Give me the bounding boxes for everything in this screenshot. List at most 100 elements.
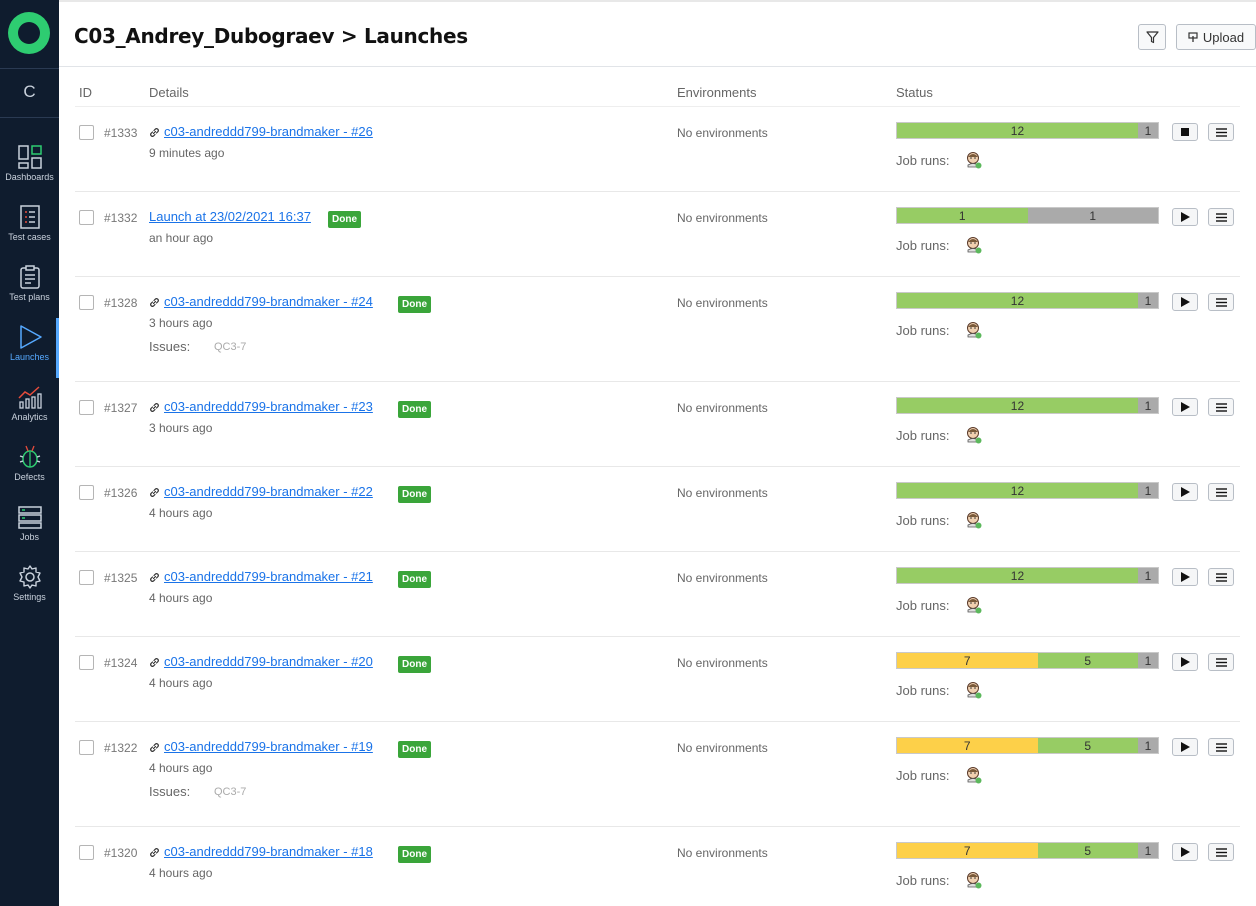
status-bar[interactable]: 751: [896, 737, 1159, 754]
menu-button[interactable]: [1208, 208, 1234, 226]
status-bar[interactable]: 12 1: [896, 567, 1159, 584]
status-segment: 12: [897, 398, 1138, 413]
jenkins-icon[interactable]: [966, 766, 982, 784]
stop-button[interactable]: [1172, 123, 1198, 141]
sidebar-item-dashboards[interactable]: Dashboards: [0, 138, 59, 198]
row-checkbox[interactable]: [79, 125, 94, 140]
menu-button[interactable]: [1208, 568, 1234, 586]
launch-name-link[interactable]: Launch at 23/02/2021 16:37: [149, 209, 311, 224]
sidebar-item-label: Defects: [14, 472, 45, 482]
sidebar-item-label: Jobs: [19, 532, 39, 542]
jenkins-icon[interactable]: [966, 596, 982, 614]
launch-name-link[interactable]: c03-andreddd799-brandmaker - #23: [164, 399, 373, 414]
issue-link[interactable]: QC3-7: [214, 341, 246, 353]
project-switcher[interactable]: C: [0, 82, 59, 102]
upload-button[interactable]: Upload: [1176, 24, 1256, 50]
status-badge: Done: [398, 296, 431, 313]
page-header: C03_Andrey_Dubograev > Launches Upload: [59, 0, 1256, 67]
run-button[interactable]: [1172, 398, 1198, 416]
launch-name-link[interactable]: c03-andreddd799-brandmaker - #19: [164, 739, 373, 754]
table-row: #1322 c03-andreddd799-brandmaker - #19 Don…: [75, 722, 1240, 827]
row-checkbox[interactable]: [79, 655, 94, 670]
launch-name-link[interactable]: c03-andreddd799-brandmaker - #21: [164, 569, 373, 584]
sidebar-item-test-plans[interactable]: Test plans: [0, 258, 59, 318]
status-badge: Done: [398, 656, 431, 673]
sidebar-item-launches[interactable]: Launches: [0, 318, 59, 378]
status-badge: Done: [398, 486, 431, 503]
link-icon: [150, 128, 159, 137]
dashboards-icon: [17, 145, 42, 169]
menu-button[interactable]: [1208, 123, 1234, 141]
row-checkbox[interactable]: [79, 485, 94, 500]
job-runs-label: Job runs:: [896, 513, 950, 528]
status-segment: 1: [1137, 738, 1158, 753]
filter-button[interactable]: [1138, 24, 1166, 50]
job-runs-label: Job runs:: [896, 873, 950, 888]
row-checkbox[interactable]: [79, 400, 94, 415]
status-bar[interactable]: 12 1: [896, 292, 1159, 309]
sidebar-item-settings[interactable]: Settings: [0, 558, 59, 618]
launch-name-link[interactable]: c03-andreddd799-brandmaker - #22: [164, 484, 373, 499]
run-button[interactable]: [1172, 293, 1198, 311]
sidebar-item-jobs[interactable]: Jobs: [0, 498, 59, 558]
row-checkbox[interactable]: [79, 740, 94, 755]
environments-value: No environments: [677, 211, 768, 225]
jenkins-icon[interactable]: [966, 321, 982, 339]
table-row: #1325 c03-andreddd799-brandmaker - #21 Don…: [75, 552, 1240, 637]
status-bar[interactable]: 12 1: [896, 122, 1159, 139]
gear-icon: [18, 565, 41, 589]
jenkins-icon[interactable]: [966, 236, 982, 254]
sidebar-item-defects[interactable]: Defects: [0, 438, 59, 498]
sidebar-item-analytics[interactable]: Analytics: [0, 378, 59, 438]
sidebar-item-test-cases[interactable]: Test cases: [0, 198, 59, 258]
play-icon: [1180, 402, 1190, 412]
launch-name-link[interactable]: c03-andreddd799-brandmaker - #20: [164, 654, 373, 669]
jenkins-icon[interactable]: [966, 426, 982, 444]
run-button[interactable]: [1172, 738, 1198, 756]
link-icon: [150, 573, 159, 582]
issue-link[interactable]: QC3-7: [214, 786, 246, 798]
row-checkbox[interactable]: [79, 295, 94, 310]
status-bar[interactable]: 12 1: [896, 482, 1159, 499]
menu-button[interactable]: [1208, 653, 1234, 671]
jenkins-icon[interactable]: [966, 681, 982, 699]
run-button[interactable]: [1172, 483, 1198, 501]
column-header-id[interactable]: ID: [79, 85, 92, 100]
row-checkbox[interactable]: [79, 845, 94, 860]
column-header-environments[interactable]: Environments: [677, 85, 756, 100]
jenkins-icon[interactable]: [966, 151, 982, 169]
launch-name-link[interactable]: c03-andreddd799-brandmaker - #24: [164, 294, 373, 309]
menu-button[interactable]: [1208, 738, 1234, 756]
status-badge: Done: [398, 571, 431, 588]
run-button[interactable]: [1172, 568, 1198, 586]
row-checkbox[interactable]: [79, 210, 94, 225]
jenkins-icon[interactable]: [966, 871, 982, 889]
environments-value: No environments: [677, 401, 768, 415]
sidebar-item-label: Test cases: [8, 232, 51, 242]
status-bar[interactable]: 12 1: [896, 397, 1159, 414]
jenkins-icon[interactable]: [966, 511, 982, 529]
sidebar-divider: [0, 117, 59, 118]
run-button[interactable]: [1172, 843, 1198, 861]
row-checkbox[interactable]: [79, 570, 94, 585]
column-header-status[interactable]: Status: [896, 85, 933, 100]
launch-time: 4 hours ago: [149, 506, 213, 520]
column-header-details[interactable]: Details: [149, 85, 189, 100]
menu-button[interactable]: [1208, 293, 1234, 311]
menu-button[interactable]: [1208, 398, 1234, 416]
run-button[interactable]: [1172, 208, 1198, 226]
launch-name-link[interactable]: c03-andreddd799-brandmaker - #18: [164, 844, 373, 859]
status-segment: 7: [897, 653, 1038, 668]
status-badge: Done: [328, 211, 361, 228]
logo-icon[interactable]: [8, 12, 50, 54]
filter-icon: [1145, 30, 1159, 43]
menu-button[interactable]: [1208, 843, 1234, 861]
launch-name-link[interactable]: c03-andreddd799-brandmaker - #26: [164, 124, 373, 139]
status-bar[interactable]: 751: [896, 652, 1159, 669]
status-bar[interactable]: 751: [896, 842, 1159, 859]
job-runs-label: Job runs:: [896, 683, 950, 698]
run-button[interactable]: [1172, 653, 1198, 671]
status-bar[interactable]: 11: [896, 207, 1159, 224]
menu-button[interactable]: [1208, 483, 1234, 501]
job-runs-label: Job runs:: [896, 238, 950, 253]
